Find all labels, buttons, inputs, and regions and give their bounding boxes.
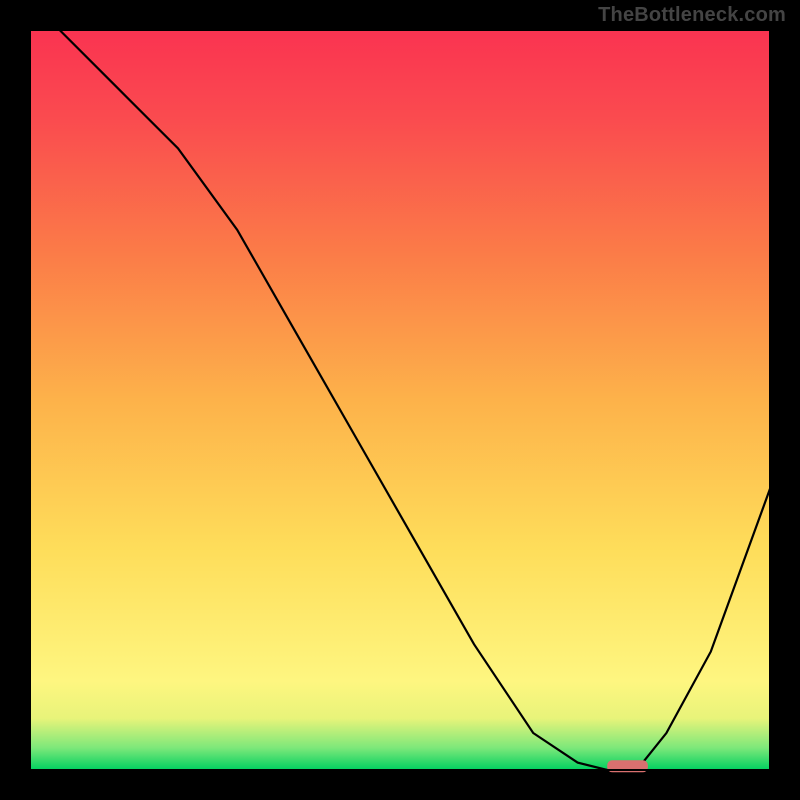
chart-frame: TheBottleneck.com <box>0 0 800 800</box>
chart-svg <box>0 0 800 800</box>
plot-background <box>30 30 770 770</box>
watermark-text: TheBottleneck.com <box>598 4 786 27</box>
